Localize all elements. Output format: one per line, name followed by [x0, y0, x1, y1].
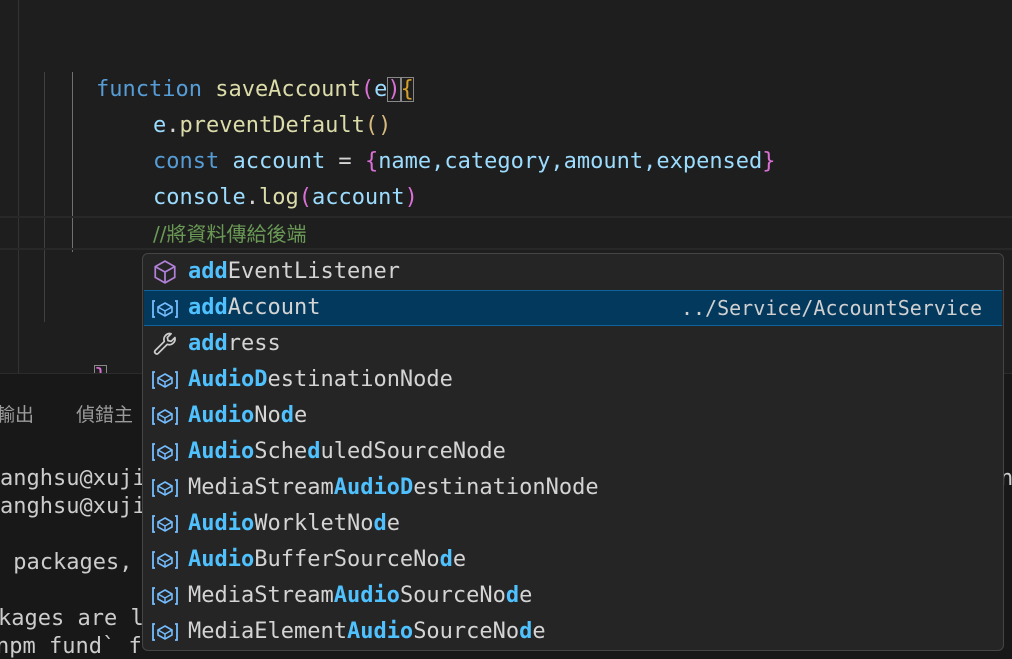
code-line-1[interactable]: function saveAccount(e){	[43, 36, 414, 102]
terminal-line: packages,	[0, 550, 146, 575]
paren: )	[404, 185, 418, 210]
suggest-item-label: MediaElementAudioSourceNode	[188, 619, 546, 644]
variable-icon	[150, 470, 180, 506]
suggest-item[interactable]: addEventListener	[144, 254, 1002, 290]
suggest-item-label: MediaStreamAudioDestinationNode	[188, 475, 599, 500]
code-line-2[interactable]: e.preventDefault()	[100, 72, 391, 138]
suggest-item[interactable]: address	[144, 326, 1002, 362]
terminal-line: anghsu@xuji	[0, 466, 146, 491]
suggest-item[interactable]: AudioScheduledSourceNode	[144, 434, 1002, 470]
cube-icon	[150, 254, 180, 290]
object-fields: name,category,amount,expensed	[378, 149, 763, 174]
terminal-line: kages are l	[0, 606, 144, 631]
variable-icon	[150, 398, 180, 434]
code-line-4[interactable]: console.log(account)	[100, 144, 418, 210]
suggest-item-label: AudioDestinationNode	[188, 367, 453, 392]
variable-icon	[150, 506, 180, 542]
suggest-widget[interactable]: addEventListener addAccount ../Service/Acc…	[142, 253, 1004, 651]
code-line-3[interactable]: const account = {name,category,amount,ex…	[100, 108, 776, 174]
tab-debug-console[interactable]: 偵錯主	[76, 400, 133, 427]
suggest-item-detail: ../Service/AccountService	[680, 296, 982, 320]
suggest-item-label: address	[188, 331, 281, 356]
variable-icon	[150, 542, 180, 578]
indent-guide	[18, 0, 19, 373]
suggest-item[interactable]: addAccount ../Service/AccountService	[144, 290, 1002, 326]
suggest-item-label: AudioScheduledSourceNode	[188, 439, 506, 464]
suggest-item-label: addAccount	[188, 295, 321, 320]
variable-icon	[150, 578, 180, 614]
code-line-6[interactable]: add	[100, 216, 193, 282]
variable-icon	[150, 362, 180, 398]
suggest-item[interactable]: AudioBufferSourceNode	[144, 542, 1002, 578]
brace-close: }	[93, 365, 108, 373]
suggest-item[interactable]: AudioDestinationNode	[144, 362, 1002, 398]
wrench-icon	[150, 326, 180, 362]
brace-open: {	[400, 77, 414, 102]
suggest-item[interactable]: MediaStreamAudioDestinationNode	[144, 470, 1002, 506]
tab-output[interactable]: 輸出	[0, 400, 34, 427]
variable-icon	[150, 614, 180, 650]
terminal-line: npm fund` f	[0, 634, 142, 659]
suggest-item-label: AudioBufferSourceNode	[188, 547, 467, 572]
suggest-item-label: AudioNode	[188, 403, 308, 428]
suggest-item[interactable]: MediaElementAudioSourceNode	[144, 614, 1002, 650]
suggest-item-label: AudioWorkletNode	[188, 511, 400, 536]
terminal-line: anghsu@xuji	[0, 494, 146, 519]
suggest-item[interactable]: MediaStreamAudioSourceNode	[144, 578, 1002, 614]
variable-icon	[150, 291, 180, 327]
suggest-item-label: addEventListener	[188, 259, 400, 284]
argument: account	[311, 185, 405, 210]
variable-icon	[150, 434, 180, 470]
code-line-5[interactable]: //將資料傳給後端	[100, 180, 306, 246]
suggest-item[interactable]: AudioNode	[144, 398, 1002, 434]
suggest-item-label: MediaStreamAudioSourceNode	[188, 583, 533, 608]
code-line-9[interactable]: }	[41, 324, 108, 373]
brace: }	[762, 149, 776, 174]
suggest-item[interactable]: AudioWorkletNode	[144, 506, 1002, 542]
